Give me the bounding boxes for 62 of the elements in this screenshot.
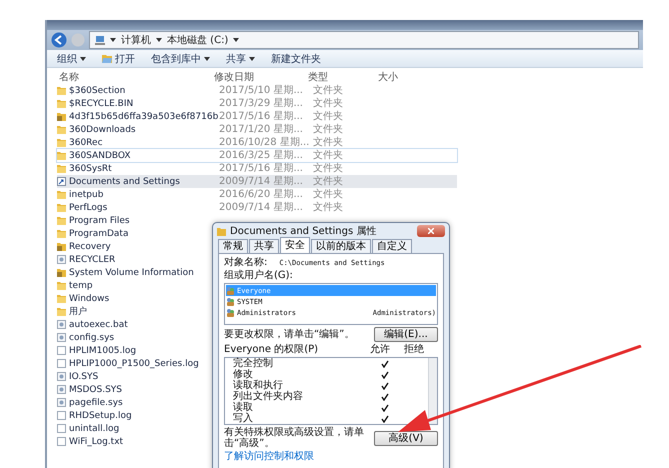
file-name: inetpub [69, 190, 104, 200]
file-name: $RECYCLE.BIN [69, 98, 134, 108]
file-name: HPLIM1005.log [69, 346, 136, 356]
file-name: pagefile.sys [69, 398, 123, 408]
file-name: Documents and Settings [69, 176, 180, 186]
file-name: Program Files [69, 216, 130, 226]
permission-name: 列出文件夹内容 [233, 391, 304, 402]
permission-name: 读取和执行 [233, 380, 284, 391]
file-name: autoexec.bat [69, 320, 128, 330]
file-name: 4d3f15b65d6ffa39a503e6f8716b [69, 112, 218, 122]
modified-date: 2016/3/25 星期... [219, 150, 303, 162]
file-name: unintall.log [69, 424, 120, 434]
file-type: 文件夹 [313, 136, 343, 148]
file-type: 文件夹 [313, 110, 343, 122]
hint-text: 有关特殊权限或高级设置，请单击“高级”。 [224, 427, 364, 449]
file-name: 360Downloads [69, 124, 136, 134]
file-name: 360SANDBOX [69, 150, 131, 160]
file-type: 文件夹 [313, 188, 343, 200]
file-type: 文件夹 [313, 124, 343, 136]
file-name: MSDOS.SYS [69, 384, 122, 394]
column-header: 允许 [370, 344, 391, 355]
file-name: Recovery [69, 242, 111, 252]
permission-name: 写入 [233, 413, 254, 424]
file-type: 文件夹 [313, 150, 343, 162]
modified-date: 2017/5/16 星期... [219, 162, 303, 174]
modified-date: 2017/5/10 星期... [219, 84, 303, 96]
file-name: HPLIP1000_P1500_Series.log [69, 358, 199, 368]
file-name: PerfLogs [69, 202, 108, 212]
file-name: 用户 [69, 306, 87, 318]
file-name: ProgramData [69, 228, 128, 238]
file-name: $360Section [69, 86, 126, 96]
file-type: 文件夹 [313, 176, 343, 188]
file-name: RHDSetup.log [69, 410, 132, 420]
modified-date: 2017/5/16 星期... [219, 110, 303, 122]
section-label: Everyone 的权限(P) [224, 344, 320, 355]
permission-name: 修改 [233, 369, 253, 380]
column-header: 拒绝 [404, 344, 425, 355]
file-name: WiFi_Log.txt [69, 436, 124, 446]
file-type: 文件夹 [313, 84, 343, 96]
file-type: 文件夹 [313, 162, 343, 174]
file-type: 文件夹 [313, 98, 343, 110]
modified-date: 2017/1/20 星期... [219, 124, 303, 136]
dialog-title: Documents and Settings 属性 [230, 224, 378, 238]
file-type: 文件夹 [313, 202, 343, 214]
hint-text: 要更改权限，请单击“编辑”。 [224, 329, 354, 340]
modified-date: 2009/7/14 星期... [219, 202, 303, 214]
modified-date: 2016/10/28 星期... [219, 136, 310, 148]
file-name: 360Rec [69, 138, 103, 148]
file-name: RECYCLER [69, 254, 116, 264]
field-label: 对象名称: [224, 257, 268, 268]
file-name: 360SysRt [69, 164, 112, 174]
permission-name: 读取 [233, 402, 254, 413]
modified-date: 2009/7/14 星期... [219, 176, 303, 188]
section-label: 组或用户名(G): [224, 270, 294, 281]
file-name: System Volume Information [69, 268, 194, 278]
file-name: temp [69, 280, 93, 290]
permission-name: 完全控制 [233, 358, 274, 369]
modified-date: 2016/6/20 星期... [219, 188, 303, 200]
modified-date: 2017/3/29 星期... [219, 98, 303, 110]
file-name: Windows [69, 294, 110, 304]
file-name: IO.SYS [69, 372, 98, 382]
file-name: config.sys [69, 332, 114, 342]
